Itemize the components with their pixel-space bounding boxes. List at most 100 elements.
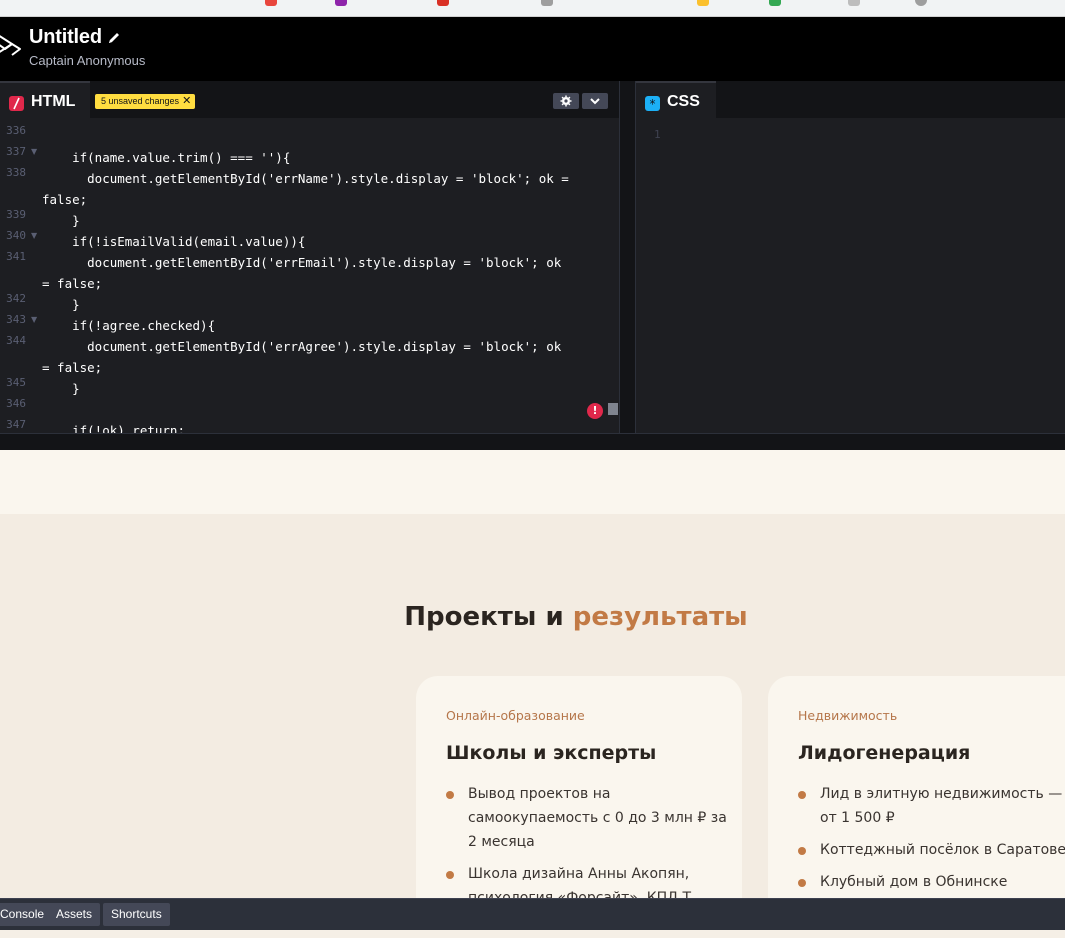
bookmark-icon[interactable] — [915, 0, 927, 6]
preview-top-band — [0, 450, 1065, 514]
html-slash-icon — [9, 96, 24, 111]
card-title: Лидогенерация — [798, 742, 971, 764]
fold-arrow-icon[interactable]: ▼ — [31, 315, 37, 324]
line-number: 344 — [6, 334, 26, 347]
line-number: 341 — [6, 250, 26, 263]
list-item: Лид в элитную недвижимость — от 1 500 ₽ — [798, 782, 1065, 830]
assets-button[interactable]: Assets — [48, 903, 101, 926]
list-item-text: Вывод проектов на самоокупаемость с 0 до… — [468, 786, 727, 850]
bookmark-icon[interactable] — [335, 0, 347, 6]
bookmark-icon[interactable] — [437, 0, 449, 6]
page-bottom-strip — [0, 930, 1065, 938]
code-line: false; — [42, 192, 88, 207]
code-line: } — [42, 297, 80, 312]
html-editor[interactable]: HTML 5 unsaved changes ✕ 336 337 ▼ 338 3… — [0, 81, 619, 433]
console-button[interactable]: Console — [0, 903, 53, 926]
list-item: Школа дизайна Анны Акопян, психология «Ф… — [446, 862, 736, 898]
bookmark-icon[interactable] — [848, 0, 860, 6]
code-line: } — [42, 381, 80, 396]
tab-css[interactable]: * CSS — [636, 81, 716, 118]
code-line: = false; — [42, 360, 103, 375]
bookmark-icon[interactable] — [769, 0, 781, 6]
bullet-icon — [798, 791, 806, 799]
card-list: Лид в элитную недвижимость — от 1 500 ₽ … — [798, 782, 1065, 898]
list-item: Коттеджный посёлок в Саратове — [798, 838, 1065, 862]
bookmark-icon[interactable] — [265, 0, 277, 6]
card-title: Школы и эксперты — [446, 742, 657, 764]
editor-settings-button[interactable] — [553, 93, 579, 109]
close-icon[interactable]: ✕ — [182, 95, 191, 107]
bookmark-icon[interactable] — [541, 0, 553, 6]
code-line: if(name.value.trim() === ''){ — [42, 150, 291, 165]
bottom-toolbar: Console Assets Shortcuts — [0, 898, 1065, 930]
line-number: 346 — [6, 397, 26, 410]
list-item: Вывод проектов на самоокупаемость с 0 до… — [446, 782, 736, 854]
svg-text:*: * — [650, 97, 656, 111]
project-card: Онлайн-образование Школы и эксперты Выво… — [416, 676, 742, 898]
list-item-text: Школа дизайна Анны Акопян, психология «Ф… — [468, 866, 705, 898]
bookmark-icon[interactable] — [697, 0, 709, 6]
list-item: Клубный дом в Обнинске — [798, 870, 1065, 894]
gear-icon — [560, 95, 572, 107]
code-line: document.getElementById('errName').style… — [42, 171, 569, 186]
code-line: } — [42, 213, 80, 228]
unsaved-changes-text: 5 unsaved changes — [101, 96, 180, 106]
editor-resize-handle[interactable] — [619, 81, 636, 433]
chevron-down-icon — [590, 98, 600, 105]
fold-arrow-icon[interactable]: ▼ — [31, 147, 37, 156]
html-gutter: 336 337 ▼ 338 339 340 ▼ 341 342 343 ▼ 34… — [0, 118, 40, 433]
list-item-text: Клубный дом в Обнинске — [820, 874, 1008, 890]
section-title-accent: результаты — [572, 602, 748, 632]
bullet-icon — [798, 847, 806, 855]
code-line: if(!isEmailValid(email.value)){ — [42, 234, 306, 249]
tab-css-label: CSS — [667, 93, 700, 110]
shortcuts-button[interactable]: Shortcuts — [103, 903, 170, 926]
html-code[interactable]: if(name.value.trim() === ''){ document.g… — [42, 118, 602, 433]
code-line: if(!ok) return; — [42, 423, 185, 433]
bullet-icon — [446, 791, 454, 799]
line-number: 340 — [6, 229, 26, 242]
section-title-main: Проекты и — [404, 602, 573, 632]
preview-resize-bar[interactable] — [0, 433, 1065, 450]
editor-collapse-button[interactable] — [582, 93, 608, 109]
css-tabbar: * CSS — [636, 81, 1065, 118]
codepen-logo-icon[interactable] — [0, 29, 22, 61]
line-number: 347 — [6, 418, 26, 431]
code-line: document.getElementById('errEmail').styl… — [42, 255, 562, 270]
line-number: 1 — [654, 128, 661, 141]
code-line: document.getElementById('errAgree').styl… — [42, 339, 562, 354]
pencil-icon[interactable] — [107, 31, 121, 45]
tab-html-label: HTML — [31, 93, 76, 110]
line-number: 337 — [6, 145, 26, 158]
pen-title[interactable]: Untitled — [29, 26, 102, 49]
line-number: 338 — [6, 166, 26, 179]
html-tabbar: HTML 5 unsaved changes ✕ — [0, 81, 619, 118]
css-asterisk-icon: * — [645, 96, 660, 111]
scrollbar-handle[interactable] — [608, 403, 618, 415]
section-title: Проекты и результаты — [0, 602, 1065, 632]
code-line: if(!agree.checked){ — [42, 318, 216, 333]
pen-header: Untitled Captain Anonymous — [0, 17, 1065, 81]
fold-arrow-icon[interactable]: ▼ — [31, 231, 37, 240]
bullet-icon — [798, 879, 806, 887]
line-number: 339 — [6, 208, 26, 221]
error-marker-icon[interactable]: ! — [587, 403, 603, 419]
line-number: 336 — [6, 124, 26, 137]
line-number: 345 — [6, 376, 26, 389]
pen-author[interactable]: Captain Anonymous — [29, 53, 145, 68]
browser-bookmarks-strip — [0, 0, 1065, 17]
css-editor[interactable]: * CSS — [636, 81, 1065, 433]
editors-area: HTML 5 unsaved changes ✕ 336 337 ▼ 338 3… — [0, 81, 1065, 433]
preview-pane: Проекты и результаты Онлайн-образование … — [0, 450, 1065, 898]
tab-html[interactable]: HTML — [0, 81, 90, 118]
project-card: Недвижимость Лидогенерация Лид в элитную… — [768, 676, 1065, 898]
code-line: = false; — [42, 276, 103, 291]
line-number: 342 — [6, 292, 26, 305]
card-category: Недвижимость — [798, 708, 898, 723]
card-list: Вывод проектов на самоокупаемость с 0 до… — [446, 782, 736, 898]
card-category: Онлайн-образование — [446, 708, 585, 723]
list-item-text: Лид в элитную недвижимость — от 1 500 ₽ — [820, 786, 1063, 826]
unsaved-changes-badge[interactable]: 5 unsaved changes ✕ — [95, 94, 196, 109]
bullet-icon — [446, 871, 454, 879]
list-item-text: Коттеджный посёлок в Саратове — [820, 842, 1065, 858]
